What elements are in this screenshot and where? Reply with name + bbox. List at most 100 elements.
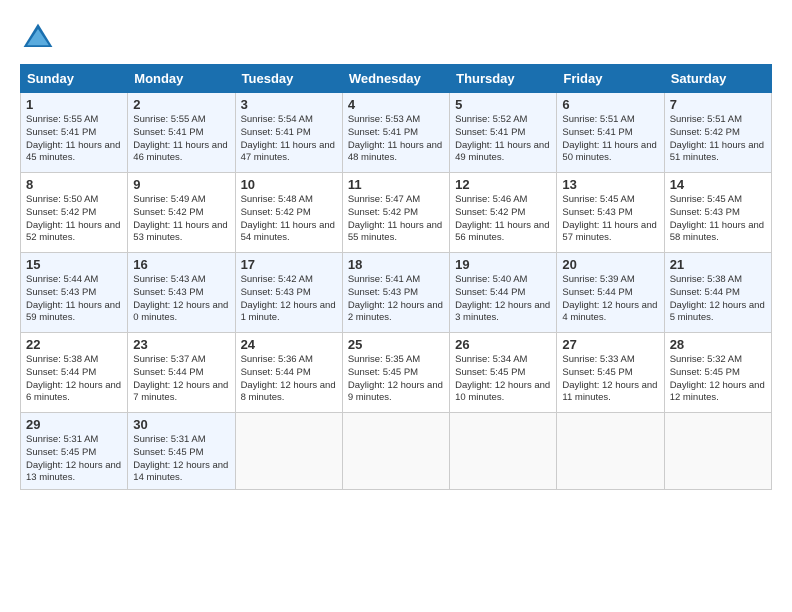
calendar-cell: 20 Sunrise: 5:39 AM Sunset: 5:44 PM Dayl…	[557, 253, 664, 333]
calendar-cell: 27 Sunrise: 5:33 AM Sunset: 5:45 PM Dayl…	[557, 333, 664, 413]
daylight-label: Daylight: 11 hours and 51 minutes.	[670, 140, 764, 164]
calendar-cell: 21 Sunrise: 5:38 AM Sunset: 5:44 PM Dayl…	[664, 253, 771, 333]
calendar-cell: 5 Sunrise: 5:52 AM Sunset: 5:41 PM Dayli…	[450, 93, 557, 173]
calendar-cell: 25 Sunrise: 5:35 AM Sunset: 5:45 PM Dayl…	[342, 333, 449, 413]
day-number: 12	[455, 177, 551, 192]
calendar-week-row: 8 Sunrise: 5:50 AM Sunset: 5:42 PM Dayli…	[21, 173, 772, 253]
day-number: 18	[348, 257, 444, 272]
daylight-label: Daylight: 11 hours and 59 minutes.	[26, 300, 120, 324]
sunrise-label: Sunrise: 5:33 AM	[562, 354, 634, 365]
day-info: Sunrise: 5:51 AM Sunset: 5:42 PM Dayligh…	[670, 114, 766, 165]
calendar-cell	[664, 413, 771, 490]
sunrise-label: Sunrise: 5:46 AM	[455, 194, 527, 205]
calendar-cell: 9 Sunrise: 5:49 AM Sunset: 5:42 PM Dayli…	[128, 173, 235, 253]
sunrise-label: Sunrise: 5:51 AM	[670, 114, 742, 125]
day-number: 6	[562, 97, 658, 112]
day-info: Sunrise: 5:42 AM Sunset: 5:43 PM Dayligh…	[241, 274, 337, 325]
day-number: 14	[670, 177, 766, 192]
sunset-label: Sunset: 5:44 PM	[241, 367, 311, 378]
daylight-label: Daylight: 12 hours and 4 minutes.	[562, 300, 657, 324]
calendar-week-row: 15 Sunrise: 5:44 AM Sunset: 5:43 PM Dayl…	[21, 253, 772, 333]
daylight-label: Daylight: 11 hours and 49 minutes.	[455, 140, 549, 164]
calendar-cell: 3 Sunrise: 5:54 AM Sunset: 5:41 PM Dayli…	[235, 93, 342, 173]
day-number: 13	[562, 177, 658, 192]
day-info: Sunrise: 5:55 AM Sunset: 5:41 PM Dayligh…	[26, 114, 122, 165]
day-number: 30	[133, 417, 229, 432]
sunrise-label: Sunrise: 5:32 AM	[670, 354, 742, 365]
calendar-week-row: 1 Sunrise: 5:55 AM Sunset: 5:41 PM Dayli…	[21, 93, 772, 173]
daylight-label: Daylight: 11 hours and 45 minutes.	[26, 140, 120, 164]
sunset-label: Sunset: 5:41 PM	[26, 127, 96, 138]
daylight-label: Daylight: 11 hours and 54 minutes.	[241, 220, 335, 244]
sunset-label: Sunset: 5:45 PM	[348, 367, 418, 378]
sunset-label: Sunset: 5:43 PM	[562, 207, 632, 218]
calendar-cell: 11 Sunrise: 5:47 AM Sunset: 5:42 PM Dayl…	[342, 173, 449, 253]
daylight-label: Daylight: 11 hours and 48 minutes.	[348, 140, 442, 164]
calendar-cell: 28 Sunrise: 5:32 AM Sunset: 5:45 PM Dayl…	[664, 333, 771, 413]
daylight-label: Daylight: 11 hours and 55 minutes.	[348, 220, 442, 244]
sunrise-label: Sunrise: 5:53 AM	[348, 114, 420, 125]
day-info: Sunrise: 5:49 AM Sunset: 5:42 PM Dayligh…	[133, 194, 229, 245]
daylight-label: Daylight: 11 hours and 53 minutes.	[133, 220, 227, 244]
daylight-label: Daylight: 11 hours and 47 minutes.	[241, 140, 335, 164]
day-info: Sunrise: 5:38 AM Sunset: 5:44 PM Dayligh…	[26, 354, 122, 405]
day-info: Sunrise: 5:36 AM Sunset: 5:44 PM Dayligh…	[241, 354, 337, 405]
logo	[20, 20, 62, 56]
sunrise-label: Sunrise: 5:40 AM	[455, 274, 527, 285]
weekday-header-tuesday: Tuesday	[235, 65, 342, 93]
daylight-label: Daylight: 11 hours and 56 minutes.	[455, 220, 549, 244]
calendar-cell: 15 Sunrise: 5:44 AM Sunset: 5:43 PM Dayl…	[21, 253, 128, 333]
calendar-table: SundayMondayTuesdayWednesdayThursdayFrid…	[20, 64, 772, 490]
sunset-label: Sunset: 5:42 PM	[26, 207, 96, 218]
day-info: Sunrise: 5:34 AM Sunset: 5:45 PM Dayligh…	[455, 354, 551, 405]
calendar-cell: 23 Sunrise: 5:37 AM Sunset: 5:44 PM Dayl…	[128, 333, 235, 413]
day-info: Sunrise: 5:51 AM Sunset: 5:41 PM Dayligh…	[562, 114, 658, 165]
calendar-cell: 14 Sunrise: 5:45 AM Sunset: 5:43 PM Dayl…	[664, 173, 771, 253]
day-info: Sunrise: 5:48 AM Sunset: 5:42 PM Dayligh…	[241, 194, 337, 245]
sunrise-label: Sunrise: 5:31 AM	[26, 434, 98, 445]
sunrise-label: Sunrise: 5:55 AM	[26, 114, 98, 125]
sunrise-label: Sunrise: 5:37 AM	[133, 354, 205, 365]
weekday-header-wednesday: Wednesday	[342, 65, 449, 93]
sunrise-label: Sunrise: 5:38 AM	[26, 354, 98, 365]
sunset-label: Sunset: 5:43 PM	[348, 287, 418, 298]
day-number: 5	[455, 97, 551, 112]
sunrise-label: Sunrise: 5:45 AM	[670, 194, 742, 205]
daylight-label: Daylight: 11 hours and 52 minutes.	[26, 220, 120, 244]
sunset-label: Sunset: 5:43 PM	[26, 287, 96, 298]
day-info: Sunrise: 5:54 AM Sunset: 5:41 PM Dayligh…	[241, 114, 337, 165]
sunrise-label: Sunrise: 5:52 AM	[455, 114, 527, 125]
day-info: Sunrise: 5:53 AM Sunset: 5:41 PM Dayligh…	[348, 114, 444, 165]
day-number: 16	[133, 257, 229, 272]
sunrise-label: Sunrise: 5:31 AM	[133, 434, 205, 445]
calendar-cell: 7 Sunrise: 5:51 AM Sunset: 5:42 PM Dayli…	[664, 93, 771, 173]
day-number: 26	[455, 337, 551, 352]
calendar-cell: 24 Sunrise: 5:36 AM Sunset: 5:44 PM Dayl…	[235, 333, 342, 413]
sunset-label: Sunset: 5:45 PM	[133, 447, 203, 458]
day-info: Sunrise: 5:44 AM Sunset: 5:43 PM Dayligh…	[26, 274, 122, 325]
logo-icon	[20, 20, 56, 56]
day-number: 21	[670, 257, 766, 272]
day-info: Sunrise: 5:35 AM Sunset: 5:45 PM Dayligh…	[348, 354, 444, 405]
daylight-label: Daylight: 12 hours and 6 minutes.	[26, 380, 121, 404]
day-number: 9	[133, 177, 229, 192]
sunrise-label: Sunrise: 5:41 AM	[348, 274, 420, 285]
day-number: 29	[26, 417, 122, 432]
calendar-cell: 12 Sunrise: 5:46 AM Sunset: 5:42 PM Dayl…	[450, 173, 557, 253]
day-info: Sunrise: 5:52 AM Sunset: 5:41 PM Dayligh…	[455, 114, 551, 165]
day-info: Sunrise: 5:31 AM Sunset: 5:45 PM Dayligh…	[133, 434, 229, 485]
day-number: 19	[455, 257, 551, 272]
sunset-label: Sunset: 5:41 PM	[562, 127, 632, 138]
calendar-week-row: 22 Sunrise: 5:38 AM Sunset: 5:44 PM Dayl…	[21, 333, 772, 413]
daylight-label: Daylight: 12 hours and 5 minutes.	[670, 300, 765, 324]
day-number: 4	[348, 97, 444, 112]
calendar-cell	[450, 413, 557, 490]
sunset-label: Sunset: 5:42 PM	[455, 207, 525, 218]
sunrise-label: Sunrise: 5:45 AM	[562, 194, 634, 205]
calendar-cell: 22 Sunrise: 5:38 AM Sunset: 5:44 PM Dayl…	[21, 333, 128, 413]
daylight-label: Daylight: 11 hours and 46 minutes.	[133, 140, 227, 164]
daylight-label: Daylight: 12 hours and 9 minutes.	[348, 380, 443, 404]
calendar-week-row: 29 Sunrise: 5:31 AM Sunset: 5:45 PM Dayl…	[21, 413, 772, 490]
day-number: 20	[562, 257, 658, 272]
day-number: 11	[348, 177, 444, 192]
